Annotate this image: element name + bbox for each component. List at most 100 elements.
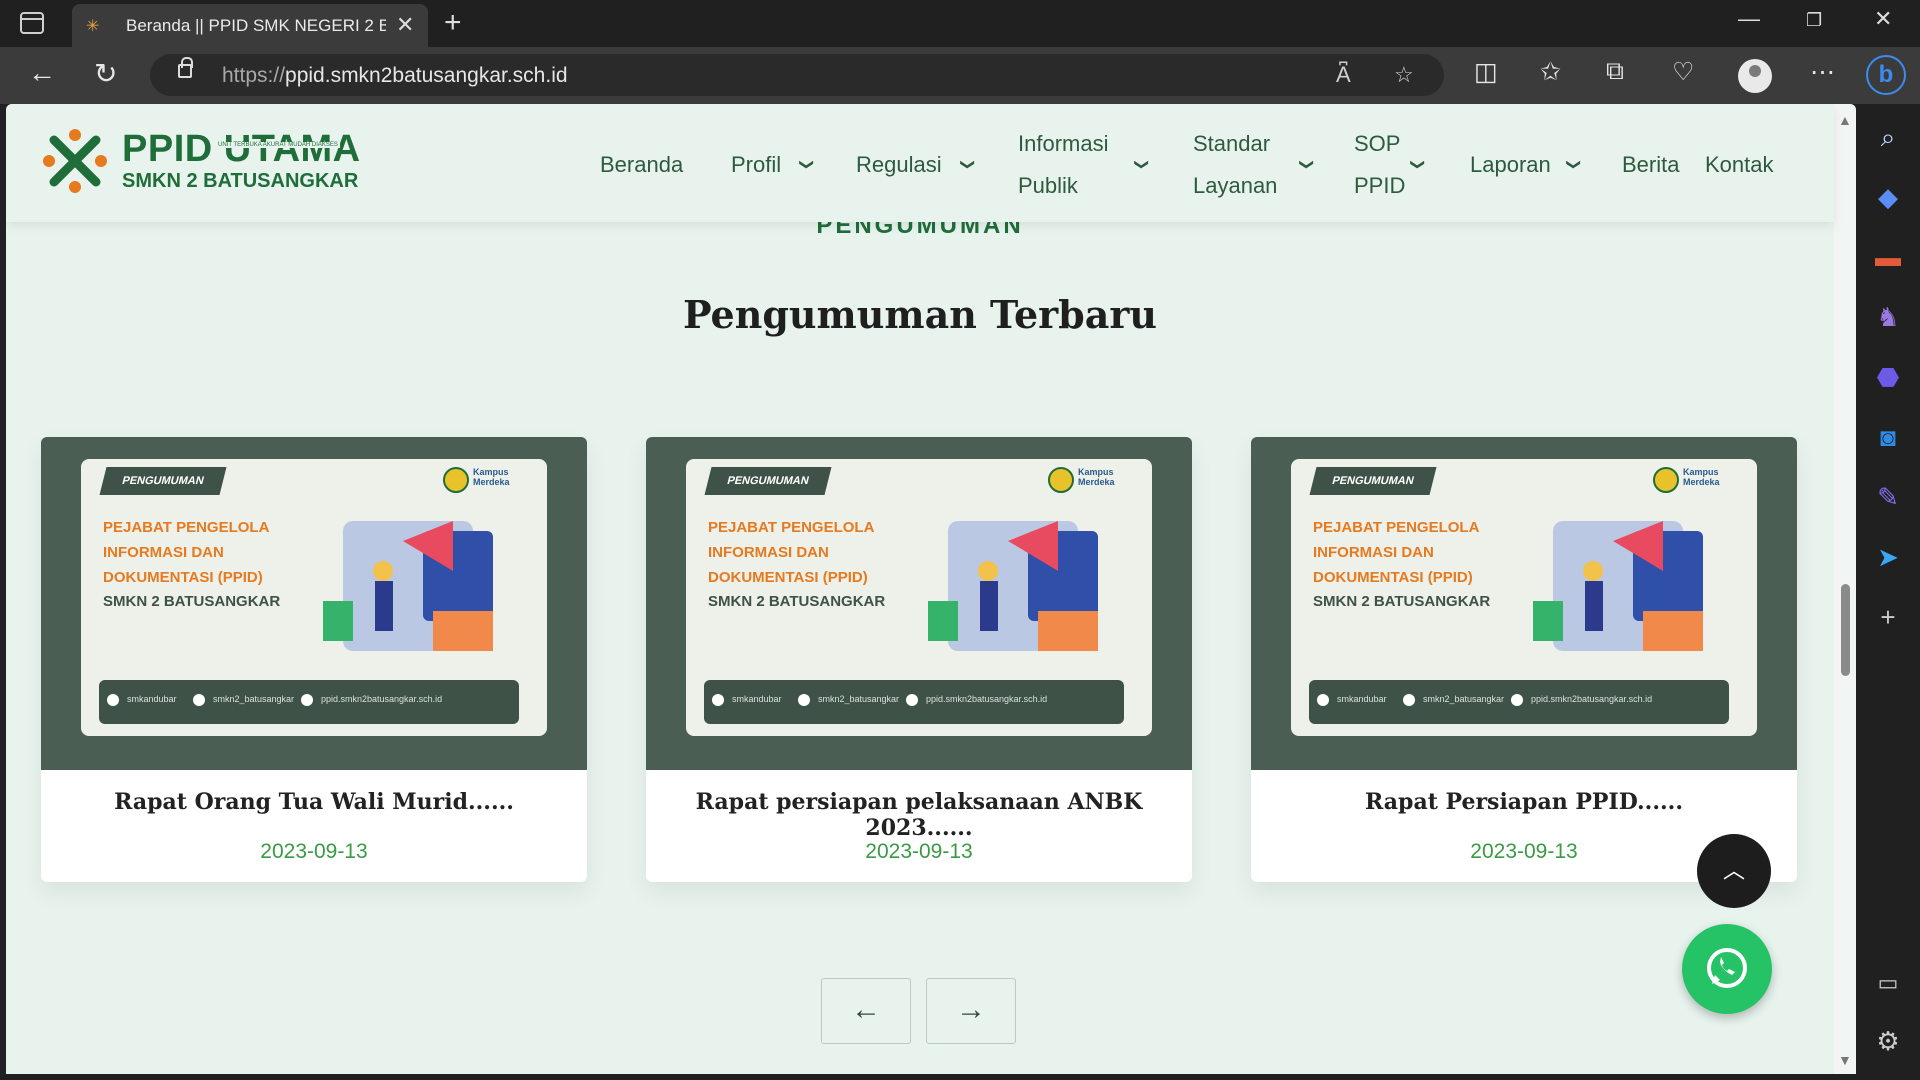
tab-actions-icon[interactable] <box>20 12 44 34</box>
favorites-icon[interactable]: ✩ <box>1540 57 1561 87</box>
chevron-down-icon[interactable]: ❯ <box>1409 159 1426 171</box>
restore-icon[interactable]: ❐ <box>1806 10 1822 31</box>
copilot-icon[interactable]: b <box>1866 55 1906 95</box>
menu-sop-ppid-line2[interactable]: PPID <box>1354 165 1405 207</box>
chevron-down-icon[interactable]: ❯ <box>1565 159 1582 171</box>
carousel-prev-button[interactable]: ← <box>821 978 911 1044</box>
announcement-image[interactable]: PENGUMUMAN Kampus Merdeka PEJABAT PENGELO… <box>41 437 587 770</box>
tab-close-icon[interactable]: ✕ <box>396 12 414 38</box>
poster-badge: PENGUMUMAN <box>704 467 832 495</box>
refresh-icon[interactable]: ↻ <box>94 57 117 90</box>
menu-standar-layanan[interactable]: Standar <box>1193 123 1270 165</box>
window-close-icon[interactable]: ✕ <box>1874 6 1892 32</box>
tools-icon[interactable]: ▬ <box>1856 242 1920 273</box>
poster: PENGUMUMAN Kampus Merdeka PEJABAT PENGELO… <box>1291 459 1757 736</box>
site-favicon-icon: ✳ <box>86 18 100 35</box>
lock-icon[interactable] <box>178 57 193 78</box>
kampus-merdeka-logo: Kampus Merdeka <box>473 467 510 487</box>
poster-footer: smkandubar smkn2_batusangkar ppid.smkn2b… <box>1309 680 1729 724</box>
megaphone-illustration-icon <box>928 521 1098 651</box>
menu-regulasi[interactable]: Regulasi <box>856 144 942 186</box>
school-seal-icon <box>1653 467 1679 493</box>
back-to-top-button[interactable]: ︿ <box>1697 834 1771 908</box>
ppid-logo-icon[interactable] <box>40 126 110 196</box>
more-icon[interactable]: ⋯ <box>1810 57 1835 87</box>
collections-icon[interactable]: ⧉ <box>1606 57 1624 86</box>
add-app-icon[interactable]: + <box>1856 602 1920 633</box>
facebook-icon <box>1317 694 1329 706</box>
chevron-down-icon[interactable]: ❯ <box>959 159 976 171</box>
web-icon <box>301 694 313 706</box>
announcement-image[interactable]: PENGUMUMAN Kampus Merdeka PEJABAT PENGELO… <box>1251 437 1797 770</box>
menu-profil[interactable]: Profil <box>731 144 781 186</box>
page-scrollbar[interactable]: ▲ ▼ <box>1834 104 1856 1074</box>
new-tab-icon[interactable]: + <box>444 6 462 40</box>
announcement-card[interactable]: PENGUMUMAN Kampus Merdeka PEJABAT PENGELO… <box>41 437 587 882</box>
poster-footer: smkandubar smkn2_batusangkar ppid.smkn2b… <box>704 680 1124 724</box>
address-bar[interactable]: https://ppid.smkn2batusangkar.sch.id A͆ … <box>150 54 1444 96</box>
settings-gear-icon[interactable]: ⚙ <box>1856 1026 1920 1057</box>
copilot-app-icon[interactable]: ⬣ <box>1856 362 1920 393</box>
announcement-image[interactable]: PENGUMUMAN Kampus Merdeka PEJABAT PENGELO… <box>646 437 1192 770</box>
url-text[interactable]: https://ppid.smkn2batusangkar.sch.id <box>222 64 568 88</box>
browser-tab[interactable]: ✳ Beranda || PPID SMK NEGERI 2 Batusangk… <box>72 4 428 47</box>
chevron-up-icon: ︿ <box>1722 858 1745 883</box>
scrollbar-thumb[interactable] <box>1841 584 1850 676</box>
kampus-merdeka-logo: Kampus Merdeka <box>1078 467 1115 487</box>
poster-heading: PEJABAT PENGELOLA INFORMASI DAN DOKUMENTAS… <box>103 519 270 586</box>
menu-berita[interactable]: Berita <box>1622 144 1679 186</box>
facebook-icon <box>107 694 119 706</box>
school-seal-icon <box>1048 467 1074 493</box>
poster: PENGUMUMAN Kampus Merdeka PEJABAT PENGELO… <box>686 459 1152 736</box>
announcement-card[interactable]: PENGUMUMAN Kampus Merdeka PEJABAT PENGELO… <box>646 437 1192 882</box>
scroll-up-icon[interactable]: ▲ <box>1838 112 1852 128</box>
site-header: PPID UTAMA UNIT TERBUKA AKURAT MUDAH DIA… <box>6 104 1834 222</box>
instagram-icon <box>1403 694 1415 706</box>
carousel-next-button[interactable]: → <box>926 978 1016 1044</box>
read-aloud-icon[interactable]: A͆ <box>1336 62 1351 88</box>
menu-informasi-publik[interactable]: Informasi <box>1018 123 1108 165</box>
address-toolbar: ← ↻ https://ppid.smkn2batusangkar.sch.id… <box>0 47 1920 104</box>
scroll-down-icon[interactable]: ▼ <box>1838 1052 1852 1068</box>
logo-tagline: UNIT TERBUKA AKURAT MUDAH DIAKSES <box>216 142 340 148</box>
web-icon <box>1511 694 1523 706</box>
whatsapp-icon <box>1707 948 1747 988</box>
profile-avatar[interactable] <box>1738 59 1772 93</box>
logo-title[interactable]: PPID UTAMA <box>122 128 361 171</box>
web-icon <box>906 694 918 706</box>
back-arrow-icon[interactable]: ← <box>28 57 56 89</box>
shopping-tag-icon[interactable]: ◆ <box>1856 182 1920 213</box>
browser-essentials-icon[interactable]: ♡ <box>1672 57 1694 87</box>
card-title[interactable]: Rapat Orang Tua Wali Murid...... <box>41 789 587 815</box>
poster-badge: PENGUMUMAN <box>1309 467 1437 495</box>
poster-school: SMKN 2 BATUSANGKAR <box>708 593 886 610</box>
card-title[interactable]: Rapat persiapan pelaksanaan ANBK 2023...… <box>646 789 1192 841</box>
menu-sop-ppid[interactable]: SOP <box>1354 123 1400 165</box>
megaphone-illustration-icon <box>1533 521 1703 651</box>
chevron-down-icon[interactable]: ❯ <box>798 159 815 171</box>
menu-informasi-publik-line2[interactable]: Publik <box>1018 165 1078 207</box>
browser-tab-bar: ✳ Beranda || PPID SMK NEGERI 2 Batusangk… <box>0 0 1920 47</box>
chevron-down-icon[interactable]: ❯ <box>1298 159 1315 171</box>
menu-laporan[interactable]: Laporan <box>1470 144 1551 186</box>
whatsapp-button[interactable] <box>1682 924 1772 1014</box>
poster-school: SMKN 2 BATUSANGKAR <box>1313 593 1491 610</box>
menu-beranda[interactable]: Beranda <box>600 144 683 186</box>
logo-subtitle: SMKN 2 BATUSANGKAR <box>122 170 359 192</box>
split-screen-icon[interactable]: ◫ <box>1474 57 1498 87</box>
designer-icon[interactable]: ✎ <box>1856 482 1920 513</box>
menu-standar-layanan-line2[interactable]: Layanan <box>1193 165 1277 207</box>
section-title: Pengumuman Terbaru <box>682 292 1158 337</box>
games-icon[interactable]: ♞ <box>1856 302 1920 333</box>
card-title[interactable]: Rapat Persiapan PPID...... <box>1251 789 1797 815</box>
search-icon[interactable]: ⌕ <box>1856 122 1920 154</box>
chevron-down-icon[interactable]: ❯ <box>1133 159 1150 171</box>
outlook-icon[interactable]: ◙ <box>1856 422 1920 453</box>
card-date: 2023-09-13 <box>260 840 368 863</box>
announcement-card[interactable]: PENGUMUMAN Kampus Merdeka PEJABAT PENGELO… <box>1251 437 1797 882</box>
sidebar-toggle-icon[interactable]: ▭ <box>1856 970 1920 996</box>
send-icon[interactable]: ➤ <box>1856 542 1920 573</box>
minimize-icon[interactable]: — <box>1738 6 1760 32</box>
menu-kontak[interactable]: Kontak <box>1705 144 1774 186</box>
star-icon[interactable]: ☆ <box>1394 62 1414 88</box>
